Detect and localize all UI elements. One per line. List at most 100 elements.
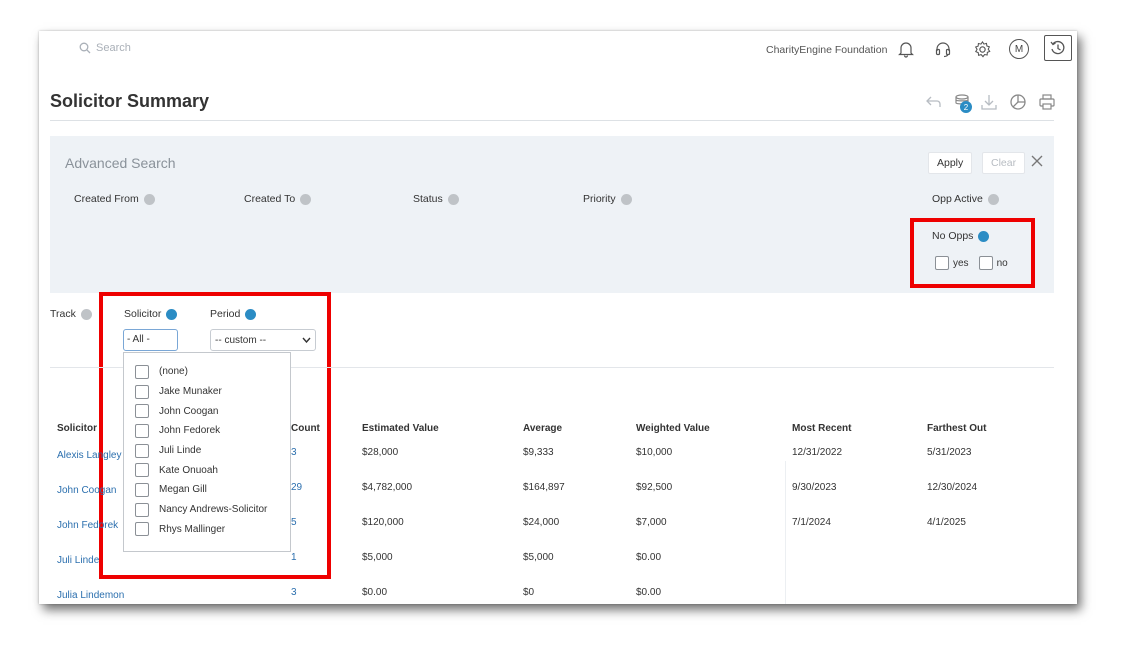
row-count-link[interactable]: 1 (291, 552, 297, 563)
filter-status-label: Status (413, 193, 443, 205)
solicitor-option[interactable]: John Fedorek (124, 421, 290, 441)
print-icon[interactable] (1036, 91, 1058, 113)
search-icon (79, 42, 91, 54)
col-header-estimated[interactable]: Estimated Value (362, 423, 439, 434)
option-checkbox[interactable] (135, 502, 149, 517)
col-header-average[interactable]: Average (523, 423, 562, 434)
history-icon[interactable] (1044, 35, 1072, 61)
row-estimated: $120,000 (362, 517, 404, 528)
filter-solicitor-label: Solicitor (124, 308, 162, 320)
solicitor-option[interactable]: (none) (124, 362, 290, 382)
option-checkbox[interactable] (135, 423, 149, 438)
period-select-value: -- custom -- (215, 334, 267, 346)
option-checkbox[interactable] (135, 522, 149, 537)
row-farthest: 4/1/2025 (927, 517, 966, 528)
row-estimated: $4,782,000 (362, 482, 413, 493)
avatar[interactable]: M (1009, 39, 1029, 59)
row-solicitor-link[interactable]: Juli Linde (57, 555, 99, 566)
filter-status-dot (987, 193, 999, 205)
option-label: Kate Onuoah (159, 464, 218, 476)
row-average: $0 (523, 587, 535, 598)
col-header-farthest[interactable]: Farthest Out (927, 423, 986, 434)
filter-status-dot (300, 193, 312, 205)
row-farthest: 12/30/2024 (927, 482, 978, 493)
option-checkbox[interactable] (135, 364, 149, 379)
clear-button[interactable]: Clear (982, 152, 1026, 174)
close-icon[interactable] (1030, 154, 1044, 168)
solicitor-option[interactable]: Juli Linde (124, 441, 290, 461)
pie-chart-icon[interactable] (1007, 91, 1029, 113)
row-count-link[interactable]: 3 (291, 447, 297, 458)
period-select[interactable]: -- custom -- (210, 329, 316, 351)
row-weighted: $0.00 (636, 587, 662, 598)
org-name[interactable]: CharityEngine Foundation (766, 44, 887, 56)
row-recent: 7/1/2024 (792, 517, 831, 528)
headset-icon[interactable] (932, 38, 954, 60)
row-average: $5,000 (523, 552, 554, 563)
option-label: Rhys Mallinger (159, 523, 226, 535)
row-count-link[interactable]: 5 (291, 517, 297, 528)
option-label: Jake Munaker (159, 386, 222, 398)
solicitor-option[interactable]: Megan Gill (124, 480, 290, 500)
col-header-count[interactable]: Count (291, 423, 320, 434)
apply-button[interactable]: Apply (928, 152, 973, 174)
row-estimated: $28,000 (362, 447, 399, 458)
option-checkbox[interactable] (135, 404, 149, 419)
filter-created-to[interactable]: Created To (244, 193, 312, 205)
row-weighted: $0.00 (636, 552, 662, 563)
solicitor-option[interactable]: Kate Onuoah (124, 460, 290, 480)
filter-period-label: Period (210, 308, 241, 320)
filter-created-from-label: Created From (74, 193, 139, 205)
solicitor-option[interactable]: Jake Munaker (124, 382, 290, 402)
option-checkbox[interactable] (135, 384, 149, 399)
col-header-recent[interactable]: Most Recent (792, 423, 851, 434)
row-average: $9,333 (523, 447, 554, 458)
filter-status[interactable]: Status (413, 193, 459, 205)
col-header-weighted[interactable]: Weighted Value (636, 423, 710, 434)
row-weighted: $7,000 (636, 517, 667, 528)
solicitor-option[interactable]: John Coogan (124, 401, 290, 421)
solicitor-select[interactable]: - All - (123, 329, 178, 351)
filter-opp-active-label: Opp Active (932, 193, 983, 205)
gear-icon[interactable] (971, 38, 993, 60)
row-count-link[interactable]: 3 (291, 587, 297, 598)
app-window: Search CharityEngine Foundation M Solici… (39, 31, 1077, 604)
filter-created-from[interactable]: Created From (74, 193, 155, 205)
filter-period[interactable]: Period (210, 308, 257, 320)
bell-icon[interactable] (895, 38, 917, 60)
filter-opp-active[interactable]: Opp Active (932, 193, 999, 205)
row-solicitor-link[interactable]: John Fedorek (57, 520, 118, 531)
row-solicitor-link[interactable]: John Coogan (57, 485, 117, 496)
filter-status-dot (620, 193, 632, 205)
filter-active-dot (166, 308, 178, 320)
back-icon[interactable] (922, 91, 944, 113)
col-header-solicitor[interactable]: Solicitor (57, 423, 97, 434)
highlight-no-opps (910, 218, 1035, 288)
filter-track[interactable]: Track (50, 308, 92, 320)
solicitor-dropdown: (none) Jake Munaker John Coogan John Fed… (123, 352, 291, 552)
filter-track-label: Track (50, 308, 76, 320)
filter-active-dot (245, 308, 257, 320)
top-bar: Search CharityEngine Foundation M (39, 31, 1077, 69)
row-solicitor-link[interactable]: Julia Lindemon (57, 590, 124, 601)
option-checkbox[interactable] (135, 463, 149, 478)
row-recent: 12/31/2022 (792, 447, 843, 458)
option-label: Megan Gill (159, 484, 207, 496)
row-weighted: $92,500 (636, 482, 673, 493)
search-box[interactable]: Search (79, 42, 131, 54)
solicitor-option[interactable]: Rhys Mallinger (124, 520, 290, 540)
title-divider (50, 120, 1054, 121)
filter-solicitor[interactable]: Solicitor (124, 308, 178, 320)
row-average: $24,000 (523, 517, 560, 528)
option-label: John Coogan (159, 405, 219, 417)
advanced-search-panel: Advanced Search Apply Clear Created From… (50, 136, 1054, 293)
download-icon[interactable] (978, 91, 1000, 113)
search-placeholder[interactable]: Search (96, 42, 131, 54)
row-solicitor-link[interactable]: Alexis Langley (57, 450, 121, 461)
filter-priority[interactable]: Priority (583, 193, 632, 205)
option-checkbox[interactable] (135, 443, 149, 458)
option-checkbox[interactable] (135, 482, 149, 497)
row-count-link[interactable]: 29 (291, 482, 302, 493)
solicitor-option[interactable]: Nancy Andrews-Solicitor (124, 500, 290, 520)
filter-status-dot (80, 308, 92, 320)
